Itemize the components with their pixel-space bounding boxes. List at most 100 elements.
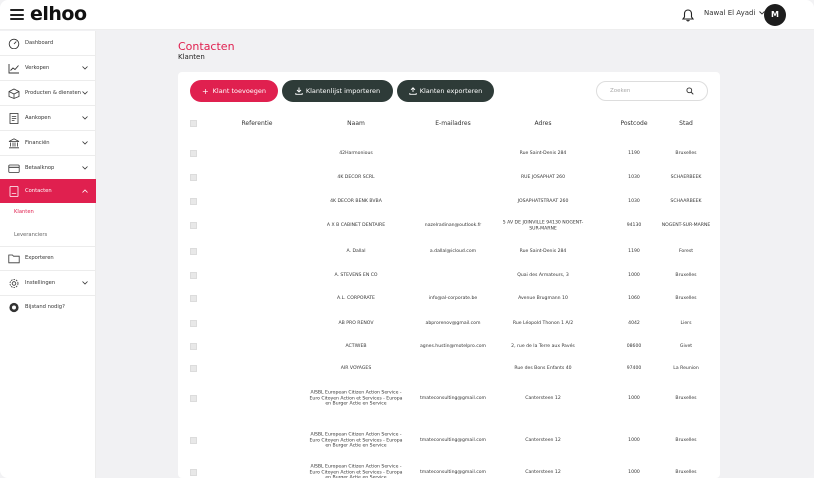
cell-naam: ACTIWEB — [345, 344, 367, 350]
sidebar-item-label: Instellingen — [25, 280, 56, 286]
cell-email: a.dallal@icloud.com — [429, 249, 477, 255]
cell-adres: Rue Saint-Denis 284 — [519, 151, 567, 157]
cell-postcode: 08600 — [626, 344, 642, 350]
cell-email: info@al-corporate.be — [428, 296, 478, 302]
sidebar-item-contacten[interactable]: Contacten — [0, 179, 96, 203]
table-row[interactable]: AIR VOYAGES Rue des Bons Enfants 40 97400 L… — [178, 359, 720, 379]
chevron-down-icon — [82, 91, 88, 95]
row-checkbox[interactable] — [190, 437, 197, 444]
column-header-stad[interactable]: Stad — [660, 120, 712, 127]
user-menu[interactable]: Nawal El Ayadi — [704, 9, 765, 17]
row-checkbox[interactable] — [190, 150, 197, 157]
row-checkbox[interactable] — [190, 343, 197, 350]
cell-email: abprorenov@gmail.com — [425, 321, 481, 327]
sidebar-item-label: Financiën — [25, 140, 50, 146]
page-subtitle: Klanten — [178, 53, 205, 61]
column-header-referentie[interactable]: Referentie — [230, 120, 284, 127]
cell-naam: A.L. CORPORATE — [337, 296, 375, 302]
table-row[interactable]: 4K DECOR BENK BVBA JOSAPHATSTRAAT 260 1030… — [178, 190, 720, 214]
row-checkbox[interactable] — [190, 320, 197, 327]
cell-naam: AB PRO RENOV — [338, 321, 374, 327]
cell-postcode: 97400 — [626, 366, 642, 372]
cell-email: tmateconsulting@gmail.com — [419, 470, 487, 476]
cell-adres: 5 AV DE JOINVILLE 94130 NOGENT-SUR-MARNE — [502, 220, 584, 231]
contacts-icon — [9, 185, 19, 197]
add-client-button[interactable]: + Klant toevoegen — [190, 80, 278, 102]
sidebar-item-label: Exporteren — [25, 255, 54, 261]
column-header-email[interactable]: E-mailadres — [410, 120, 496, 127]
cell-stad: NOGENT-SUR-MARNE — [661, 223, 711, 229]
sidebar-item-label: Contacten — [25, 188, 52, 194]
row-checkbox[interactable] — [190, 395, 197, 402]
table-row[interactable]: AB PRO RENOV abprorenov@gmail.com Rue Léop… — [178, 312, 720, 336]
cell-naam: A X B CABINET DENTAIRE — [326, 223, 386, 229]
cell-adres: Cantersteen 12 — [525, 438, 561, 444]
card-icon — [8, 164, 20, 173]
row-checkbox[interactable] — [190, 174, 197, 181]
folder-icon — [8, 254, 20, 263]
column-header-adres[interactable]: Adres — [500, 120, 586, 127]
chevron-down-icon — [82, 116, 88, 120]
sidebar-item-producten[interactable]: Producten & diensten — [0, 81, 96, 105]
sidebar-item-instellingen[interactable]: Instellingen — [0, 271, 96, 295]
chevron-down-icon — [82, 166, 88, 170]
upload-icon — [409, 87, 417, 95]
table-row[interactable]: A X B CABINET DENTAIRE nazelradinan@outlo… — [178, 213, 720, 239]
sidebar-item-dashboard[interactable]: Dashboard — [0, 31, 96, 55]
cell-email: agnes.hustin@motelpro.com — [419, 344, 486, 350]
table-row[interactable]: ACTIWEB agnes.hustin@motelpro.com 2, rue d… — [178, 335, 720, 359]
hamburger-menu-icon[interactable] — [10, 9, 24, 20]
sidebar-subitem-leveranciers[interactable]: Leveranciers — [14, 232, 47, 238]
table-row[interactable]: AISBL European Citizen Action Service - … — [178, 377, 720, 421]
row-checkbox[interactable] — [190, 272, 197, 279]
table-row[interactable]: AISBL European Citizen Action Service - … — [178, 421, 720, 461]
search-input[interactable]: Zoeken — [596, 81, 708, 101]
sidebar-item-betaalknop[interactable]: Betaalknop — [0, 156, 96, 180]
export-clients-button[interactable]: Klanten exporteren — [397, 80, 494, 102]
import-clients-button[interactable]: Klantenlijst importeren — [282, 80, 393, 102]
cell-postcode: 94130 — [626, 223, 642, 229]
document-icon — [9, 112, 19, 124]
cell-postcode: 4042 — [628, 321, 640, 327]
avatar[interactable]: M — [764, 4, 786, 26]
page-title: Contacten — [178, 40, 235, 53]
sidebar-item-aankopen[interactable]: Aankopen — [0, 106, 96, 130]
row-checkbox[interactable] — [190, 248, 197, 255]
cell-stad: SCHAERBEEK — [670, 175, 702, 181]
row-checkbox[interactable] — [190, 222, 197, 229]
sidebar-item-exporteren[interactable]: Exporteren — [0, 246, 96, 270]
cell-stad: Bruxelles — [675, 273, 697, 279]
table-row[interactable]: 42Harmonious Rue Saint-Denis 284 1190 Bruxe… — [178, 142, 720, 166]
select-all-checkbox[interactable] — [190, 120, 197, 127]
bell-icon[interactable] — [682, 9, 694, 22]
cell-adres: Quai des Armateurs, 3 — [517, 273, 569, 279]
table-row[interactable]: A. STEVENS EN CO Quai des Armateurs, 3 100… — [178, 264, 720, 288]
table-row[interactable]: A. Dallal a.dallal@icloud.com Rue Saint-De… — [178, 240, 720, 264]
column-header-postcode[interactable]: Postcode — [614, 120, 654, 127]
cell-postcode: 1000 — [628, 470, 640, 476]
table-row[interactable]: AISBL European Citizen Action Service - … — [178, 458, 720, 478]
cell-stad: Bruxelles — [675, 296, 697, 302]
row-checkbox[interactable] — [190, 469, 197, 476]
sidebar-subitem-klanten[interactable]: Klanten — [14, 209, 34, 215]
row-checkbox[interactable] — [190, 198, 197, 205]
cell-adres: Cantersteen 12 — [525, 470, 561, 476]
sidebar-item-financien[interactable]: Financiën — [0, 131, 96, 155]
cell-naam: 4K DECOR SCRL — [337, 175, 375, 181]
chevron-down-icon — [82, 141, 88, 145]
table-row[interactable]: A.L. CORPORATE info@al-corporate.be Avenue… — [178, 287, 720, 311]
cell-email: tmateconsulting@gmail.com — [419, 438, 487, 444]
table-row[interactable]: 4K DECOR SCRL RUE JOSAPHAT 260 1030 SCHAERB… — [178, 166, 720, 190]
row-checkbox[interactable] — [190, 365, 197, 372]
search-icon — [686, 87, 694, 95]
column-header-naam[interactable]: Naam — [306, 120, 406, 127]
sidebar-item-bijstand[interactable]: Bijstand nodig? — [0, 295, 96, 319]
chevron-down-icon — [82, 281, 88, 285]
app-logo[interactable]: elhoo — [30, 3, 87, 25]
gauge-icon — [8, 38, 20, 49]
row-checkbox[interactable] — [190, 295, 197, 302]
cell-stad: La Reunion — [673, 366, 699, 372]
gear-icon — [9, 278, 19, 288]
sidebar-item-label: Dashboard — [25, 40, 54, 46]
sidebar-item-verkopen[interactable]: Verkopen — [0, 56, 96, 80]
